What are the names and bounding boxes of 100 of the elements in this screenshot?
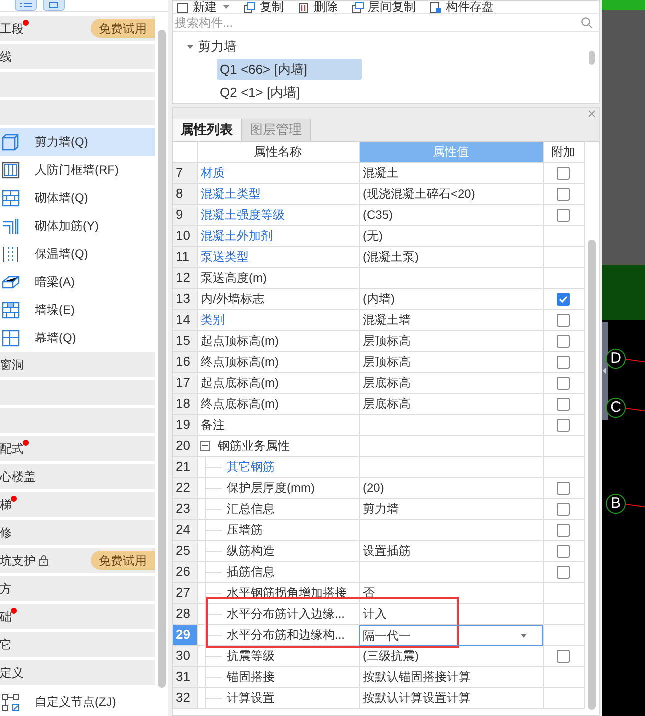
property-name: 起点底标高(m) [201, 375, 279, 392]
scrollbar[interactable] [158, 30, 166, 688]
checkbox[interactable] [557, 208, 570, 222]
property-name: 插筋信息 [227, 564, 275, 581]
checkbox[interactable] [557, 482, 570, 494]
search-field[interactable]: 搜索构件... [175, 14, 581, 31]
collapse-handle[interactable] [602, 322, 608, 420]
category-row[interactable]: 工段 免费试用 [0, 16, 155, 41]
category-row[interactable]: 梯 [0, 492, 155, 517]
list-icon [19, 2, 33, 8]
toolbar-button[interactable]: 层间复制 [352, 1, 416, 13]
checkbox[interactable] [557, 502, 570, 516]
checkbox[interactable] [557, 314, 570, 326]
scrollbar[interactable] [589, 51, 595, 65]
property-link[interactable]: 类别 [201, 311, 225, 329]
category-row[interactable]: 线 [0, 44, 155, 69]
tree-group-label[interactable]: 剪力墙 [198, 36, 237, 56]
category-row[interactable]: 方 [0, 576, 155, 601]
property-link[interactable]: 混凝土类型 [201, 185, 261, 203]
category-label: 定义 [0, 664, 24, 682]
component-label: 砌体加筋(Y) [35, 218, 99, 235]
column-header[interactable]: 属性名称 [197, 142, 359, 162]
toolbar-button[interactable]: 删除 [298, 1, 338, 13]
scrollbar[interactable] [588, 240, 596, 710]
property-name: 终点底标高(m) [201, 396, 279, 413]
table-row[interactable]: 29 水平分布筋和边缘构... 隔一代一 [173, 625, 585, 646]
category-row[interactable]: 窗洞 [0, 352, 155, 377]
panel-view-button[interactable] [43, 0, 65, 11]
table-row[interactable]: 7 材质 混凝土 [173, 163, 585, 184]
property-name: 汇总信息 [227, 501, 275, 518]
column-header[interactable]: 附加 [543, 142, 584, 162]
beam-icon [2, 274, 20, 290]
search-icon[interactable] [581, 16, 593, 28]
checkbox[interactable] [557, 544, 570, 558]
brick-wall-icon [2, 302, 20, 318]
category-label: 工段 [0, 20, 24, 38]
row-number: 12 [173, 268, 197, 288]
property-name: 钢筋业务属性 [218, 438, 290, 455]
category-row[interactable]: 心楼盖 [0, 464, 155, 489]
table-row[interactable]: 25 纵筋构造 设置插筋 [173, 541, 585, 562]
checkbox[interactable] [557, 166, 570, 180]
table-row[interactable]: 8 混凝土类型 (现浇混凝土碎石<20) [173, 184, 585, 205]
property-value: 剪力墙 [363, 501, 399, 518]
property-value: (三级抗震) [363, 648, 419, 665]
property-link[interactable]: 泵送类型 [201, 248, 249, 266]
checkbox[interactable] [557, 334, 570, 348]
category-row[interactable]: 配式 [0, 436, 155, 461]
tree-item[interactable]: Q1 <66> [内墙] [217, 59, 362, 80]
dropdown-field[interactable]: 隔一代一 [359, 625, 543, 646]
checkbox[interactable] [557, 418, 570, 432]
table-row[interactable]: 17 起点底标高(m) 层底标高 [173, 373, 585, 394]
checkbox[interactable] [557, 524, 570, 536]
category-label: 窗洞 [0, 356, 24, 374]
component-label: 人防门框墙(RF) [35, 162, 119, 179]
checkbox[interactable] [557, 292, 570, 306]
checkbox[interactable] [557, 188, 570, 200]
table-row[interactable]: 24 压墙筋 [173, 520, 585, 541]
close-icon[interactable] [588, 110, 596, 118]
table-row[interactable]: 13 内/外墙标志 (内墙) [173, 289, 585, 310]
table-row[interactable]: 15 起点顶标高(m) 层顶标高 [173, 331, 585, 352]
checkbox[interactable] [557, 356, 570, 368]
delete-icon [298, 2, 310, 12]
caret-icon [521, 634, 527, 638]
category-row[interactable]: 修 [0, 520, 155, 545]
category-row[interactable]: 础 [0, 604, 155, 629]
checkbox[interactable] [557, 376, 570, 390]
property-link[interactable]: 材质 [201, 164, 225, 182]
property-link[interactable]: 混凝土外加剂 [201, 227, 273, 245]
table-row[interactable]: 23 汇总信息 剪力墙 [173, 499, 585, 520]
tab[interactable]: 属性列表 [173, 119, 242, 141]
toolbar-button[interactable]: 构件存盘 [430, 1, 494, 13]
row-number: 13 [173, 289, 197, 309]
table-row[interactable]: 14 类别 混凝土墙 [173, 310, 585, 331]
row-number: 27 [173, 583, 197, 603]
property-link[interactable]: 其它钢筋 [227, 458, 275, 476]
category-row[interactable]: 定义 [0, 660, 155, 685]
property-link[interactable]: 混凝土强度等级 [201, 206, 285, 224]
list-view-button[interactable] [15, 0, 37, 11]
row-number: 10 [173, 226, 197, 246]
collapse-toggle[interactable] [200, 441, 210, 451]
table-row[interactable]: 30 抗震等级 (三级抗震) [173, 646, 585, 667]
checkbox[interactable] [557, 650, 570, 662]
checkbox[interactable] [557, 566, 570, 578]
table-row[interactable]: 32 计算设置 按默认计算设置计算 [173, 688, 585, 709]
table-row[interactable]: 9 混凝土强度等级 (C35) [173, 205, 585, 226]
row-number: 23 [173, 499, 197, 519]
row-number: 32 [173, 688, 197, 708]
component-item[interactable]: 剪力墙(Q) [0, 128, 155, 156]
toolbar-button[interactable]: 新建 [177, 1, 230, 13]
category-row[interactable]: 坑支护 免费试用 [0, 548, 155, 573]
table-row[interactable]: 22 保护层厚度(mm) (20) [173, 478, 585, 499]
table-row[interactable]: 26 插筋信息 [173, 562, 585, 583]
drawing-canvas[interactable]: D C B [602, 0, 645, 716]
toolbar-button[interactable]: 复制 [244, 1, 284, 13]
property-value: 层顶标高 [363, 333, 411, 350]
checkbox[interactable] [557, 398, 570, 410]
box-icon [2, 134, 20, 150]
tree-item[interactable]: Q2 <1> [内墙] [217, 82, 362, 103]
category-row[interactable]: 它 [0, 632, 155, 657]
row-number: 16 [173, 352, 197, 372]
